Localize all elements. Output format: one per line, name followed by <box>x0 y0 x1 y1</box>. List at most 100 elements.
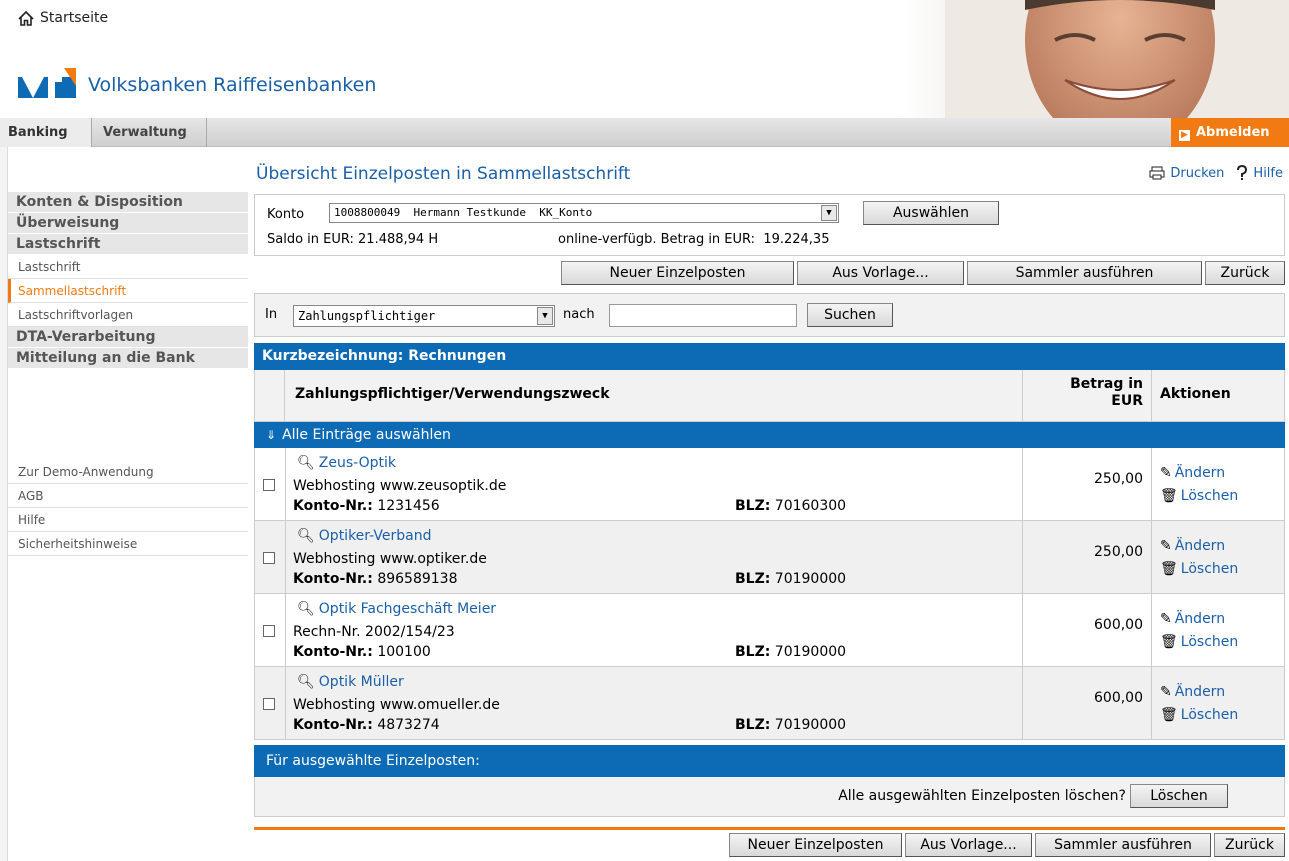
edit-link[interactable]: Ändern <box>1175 535 1225 558</box>
trash-icon: 🗑︎ <box>1160 634 1178 650</box>
chevron-down-icon[interactable]: ▼ <box>537 307 553 325</box>
sidebar-item-lastschrift[interactable]: Lastschrift <box>8 255 248 279</box>
tab-verwaltung[interactable]: Verwaltung <box>95 118 207 147</box>
row-detail-link[interactable]: 🔍︎ Optik Müller <box>297 674 404 690</box>
header-banner: Startseite Volksbanken Raiffeisenbanken <box>0 0 1289 118</box>
amount-cell: 600,00 <box>1022 667 1152 739</box>
from-template-button[interactable]: Aus Vorlage... <box>797 261 964 285</box>
pencil-icon: ✎ <box>1160 538 1172 554</box>
sidebar-item-agb[interactable]: AGB <box>8 484 248 508</box>
row-checkbox[interactable] <box>263 698 275 710</box>
chevron-down-icon[interactable]: ▼ <box>821 205 837 221</box>
konto-label: Konto-Nr.: <box>293 571 373 587</box>
select-all-link[interactable]: ⇓ Alle Einträge auswählen <box>254 422 1285 448</box>
konto-field: Konto-Nr.: 4873274 <box>293 717 440 733</box>
search-field-select[interactable]: Zahlungspflichtiger ▼ <box>293 305 555 327</box>
sidebar-item-lastschriftvorlagen[interactable]: Lastschriftvorlagen <box>8 303 248 327</box>
konto-value: 1231456 <box>377 498 440 514</box>
row-detail-link[interactable]: 🔍︎ Optiker-Verband <box>297 528 431 544</box>
konto-field: Konto-Nr.: 100100 <box>293 644 431 660</box>
col-header-amount-line1: Betrag in <box>1070 376 1143 392</box>
logout-button[interactable]: ▶ Abmelden <box>1171 118 1289 147</box>
sidebar-item-ueberweisung[interactable]: Überweisung <box>8 213 248 234</box>
bulk-delete-button[interactable]: Löschen <box>1130 784 1228 808</box>
row-divider <box>285 594 286 666</box>
payer-name: Optik Müller <box>318 674 404 690</box>
col-header-payer[interactable]: Zahlungspflichtiger/Verwendungszweck <box>295 386 610 402</box>
sidebar-item-sammellastschrift[interactable]: Sammellastschrift <box>8 279 248 303</box>
delete-link[interactable]: Löschen <box>1181 558 1238 581</box>
execute-collection-button[interactable]: Sammler ausführen <box>967 261 1202 285</box>
row-checkbox[interactable] <box>263 552 275 564</box>
bank-name: Volksbanken Raiffeisenbanken <box>88 74 377 96</box>
sidebar-item-mitteilung[interactable]: Mitteilung an die Bank <box>8 348 248 369</box>
delete-link[interactable]: Löschen <box>1181 485 1238 508</box>
amount-cell: 250,00 <box>1022 521 1152 593</box>
magnifier-icon: 🔍︎ <box>297 528 315 544</box>
edit-link[interactable]: Ändern <box>1175 681 1225 704</box>
delete-link[interactable]: Löschen <box>1181 704 1238 727</box>
home-link[interactable]: Startseite <box>18 10 108 26</box>
account-select[interactable]: 1008800049 Hermann Testkunde KK_Konto ▼ <box>329 203 839 223</box>
blz-value: 70190000 <box>774 644 847 660</box>
execute-collection-button-bottom[interactable]: Sammler ausführen <box>1035 833 1211 857</box>
tab-banking[interactable]: Banking <box>0 118 92 147</box>
payer-name: Zeus-Optik <box>318 455 396 471</box>
account-panel: Konto 1008800049 Hermann Testkunde KK_Ko… <box>254 194 1285 256</box>
blz-label: BLZ: <box>735 571 771 587</box>
purpose-text: Webhosting www.zeusoptik.de <box>293 478 507 494</box>
row-detail-link[interactable]: 🔍︎ Optik Fachgeschäft Meier <box>297 601 496 617</box>
row-detail-link[interactable]: 🔍︎ Zeus-Optik <box>297 455 396 471</box>
konto-value: 100100 <box>377 644 431 660</box>
sidebar-item-demo[interactable]: Zur Demo-Anwendung <box>8 460 248 484</box>
payer-name: Optiker-Verband <box>318 528 432 544</box>
search-input[interactable] <box>609 304 797 327</box>
purpose-text: Webhosting www.omueller.de <box>293 697 500 713</box>
back-button[interactable]: Zurück <box>1205 261 1285 285</box>
arrow-right-icon: ▶ <box>1179 130 1190 141</box>
trash-icon: 🗑︎ <box>1160 488 1178 504</box>
new-item-button-bottom[interactable]: Neuer Einzelposten <box>729 833 902 857</box>
bulk-delete-question: Alle ausgewählten Einzelposten löschen? <box>838 788 1126 804</box>
sidebar-item-dta[interactable]: DTA-Verarbeitung <box>8 327 248 348</box>
new-item-button[interactable]: Neuer Einzelposten <box>561 261 794 285</box>
table-title: Kurzbezeichnung: Rechnungen <box>254 343 1285 370</box>
page-tools: Drucken Hilfe <box>1149 165 1283 181</box>
home-label: Startseite <box>40 10 109 26</box>
konto-value: 896589138 <box>377 571 458 587</box>
help-link[interactable]: Hilfe <box>1236 165 1283 181</box>
sidebar-item-konten[interactable]: Konten & Disposition <box>8 192 248 213</box>
purpose-text: Webhosting www.optiker.de <box>293 551 487 567</box>
select-all-label: Alle Einträge auswählen <box>282 427 451 443</box>
from-template-button-bottom[interactable]: Aus Vorlage... <box>905 833 1032 857</box>
row-checkbox[interactable] <box>263 625 275 637</box>
konto-value: 4873274 <box>377 717 440 733</box>
sidebar-item-hilfe[interactable]: Hilfe <box>8 508 248 532</box>
edit-link[interactable]: Ändern <box>1175 608 1225 631</box>
blz-field: BLZ: 70160300 <box>735 498 846 514</box>
select-account-button[interactable]: Auswählen <box>863 201 999 225</box>
left-scrollbar[interactable] <box>0 147 8 861</box>
sidebar-item-lastschrift-group[interactable]: Lastschrift <box>8 234 248 255</box>
konto-label: Konto-Nr.: <box>293 498 373 514</box>
blz-value: 70190000 <box>774 571 847 587</box>
blz-field: BLZ: 70190000 <box>735 644 846 660</box>
print-label: Drucken <box>1170 165 1225 181</box>
search-in-label: In <box>265 307 278 322</box>
header-photo <box>945 0 1289 118</box>
table-header: Zahlungspflichtiger/Verwendungszweck Bet… <box>254 370 1285 422</box>
back-button-bottom[interactable]: Zurück <box>1214 833 1285 857</box>
search-button[interactable]: Suchen <box>807 303 893 327</box>
search-field-value: Zahlungspflichtiger <box>298 309 436 323</box>
pencil-icon: ✎ <box>1160 684 1172 700</box>
print-link[interactable]: Drucken <box>1149 166 1224 181</box>
edit-link[interactable]: Ändern <box>1175 462 1225 485</box>
row-checkbox[interactable] <box>263 479 275 491</box>
delete-link[interactable]: Löschen <box>1181 631 1238 654</box>
sidebar-item-sicherheit[interactable]: Sicherheitshinweise <box>8 532 248 556</box>
search-nach-label: nach <box>563 307 595 322</box>
blz-label: BLZ: <box>735 644 771 660</box>
col-header-amount[interactable]: Betrag in EUR <box>1022 370 1152 421</box>
home-icon <box>18 10 34 26</box>
logout-label: Abmelden <box>1196 125 1270 140</box>
